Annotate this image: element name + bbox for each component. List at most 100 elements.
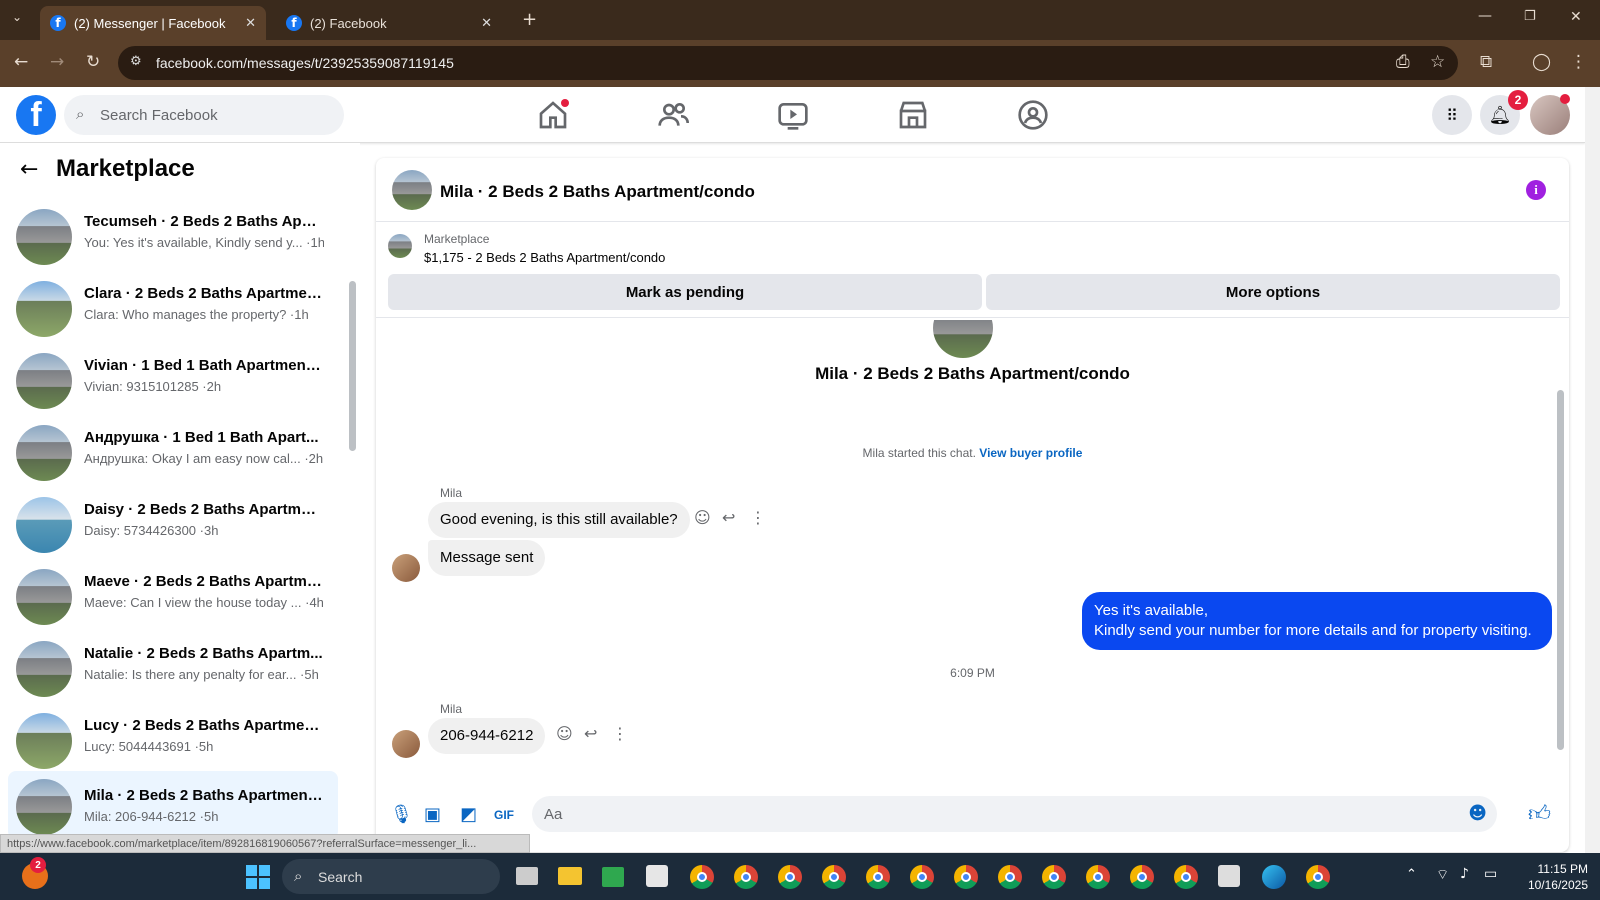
- info-icon[interactable]: i: [1526, 180, 1546, 200]
- chrome-icon[interactable]: [690, 865, 714, 889]
- new-tab-icon[interactable]: +: [522, 9, 537, 30]
- chat-title[interactable]: Mila · 2 Beds 2 Baths Apartment/condo: [440, 182, 755, 202]
- emoji-icon[interactable]: ☻: [1468, 803, 1487, 824]
- back-arrow-icon[interactable]: ←: [20, 157, 38, 182]
- facebook-search-input[interactable]: ⌕ Search Facebook: [64, 95, 344, 135]
- photo-icon[interactable]: ▣: [424, 804, 441, 825]
- home-icon[interactable]: [537, 99, 569, 131]
- sidebar-scrollbar[interactable]: [349, 281, 356, 451]
- forward-icon[interactable]: →: [50, 52, 64, 72]
- bookmark-star-icon[interactable]: ☆: [1430, 52, 1445, 72]
- view-buyer-profile-link[interactable]: View buyer profile: [979, 446, 1082, 460]
- notification-badge: 2: [1508, 90, 1528, 110]
- conversation-name: Vivian · 1 Bed 1 Bath Apartment/...: [84, 357, 324, 374]
- minimize-icon[interactable]: —: [1478, 8, 1492, 24]
- react-icon[interactable]: ☺: [556, 724, 573, 743]
- conversation-item[interactable]: Tecumseh · 2 Beds 2 Baths Apart... You: …: [8, 203, 338, 271]
- reload-icon[interactable]: ↻: [86, 52, 100, 72]
- message-input[interactable]: Aa ☻: [532, 796, 1497, 832]
- chrome-icon[interactable]: [822, 865, 846, 889]
- chrome-icon[interactable]: [1306, 865, 1330, 889]
- more-actions-icon[interactable]: ⋮: [750, 508, 766, 527]
- chrome-icon[interactable]: [1086, 865, 1110, 889]
- browser-menu-icon[interactable]: ⋮: [1570, 52, 1587, 72]
- chrome-icon[interactable]: [1174, 865, 1198, 889]
- chrome-icon[interactable]: [1130, 865, 1154, 889]
- volume-icon[interactable]: ♪: [1460, 866, 1469, 882]
- maximize-icon[interactable]: ❐: [1524, 9, 1536, 24]
- system-clock[interactable]: 11:15 PM 10/16/2025: [1528, 861, 1588, 893]
- extensions-icon[interactable]: ⧉: [1480, 52, 1492, 72]
- file-explorer-icon[interactable]: [558, 867, 582, 885]
- marketplace-icon[interactable]: [897, 99, 929, 131]
- listing-price[interactable]: $1,175 - 2 Beds 2 Baths Apartment/condo: [424, 250, 665, 265]
- task-view-icon[interactable]: [516, 867, 538, 885]
- conversation-item[interactable]: Maeve · 2 Beds 2 Baths Apartme... Maeve:…: [8, 563, 338, 631]
- back-icon[interactable]: ←: [14, 52, 28, 72]
- profile-icon[interactable]: ◯: [1532, 52, 1551, 72]
- link-status-bar: https://www.facebook.com/marketplace/ite…: [0, 834, 530, 853]
- install-app-icon[interactable]: ⎙: [1396, 52, 1410, 72]
- taskbar-search-label: Search: [318, 868, 363, 885]
- chat-center-title: Mila · 2 Beds 2 Baths Apartment/condo: [815, 364, 1130, 383]
- gif-icon[interactable]: GIF: [494, 808, 514, 822]
- thumbs-up-icon[interactable]: 👍︎: [1528, 800, 1551, 827]
- window-close-icon[interactable]: ✕: [1570, 9, 1582, 25]
- reply-icon[interactable]: ↩: [584, 724, 597, 743]
- chrome-icon[interactable]: [910, 865, 934, 889]
- bell-icon: 🔔︎: [1488, 104, 1512, 126]
- video-icon[interactable]: [777, 99, 809, 131]
- incoming-message[interactable]: Message sent: [428, 540, 546, 576]
- conversation-item[interactable]: Lucy · 2 Beds 2 Baths Apartment... Lucy:…: [8, 707, 338, 775]
- chrome-icon[interactable]: [1042, 865, 1066, 889]
- tab-search-icon[interactable]: ⌄: [12, 10, 22, 24]
- incoming-message[interactable]: 206-944-6212: [428, 718, 546, 754]
- site-info-icon[interactable]: ⚙: [130, 54, 142, 69]
- sender-avatar[interactable]: [392, 730, 420, 758]
- windows-start-icon[interactable]: [246, 865, 270, 889]
- conversation-item[interactable]: Daisy · 2 Beds 2 Baths Apartmen... Daisy…: [8, 491, 338, 559]
- tab-messenger[interactable]: f (2) Messenger | Facebook ✕: [40, 6, 266, 40]
- react-icon[interactable]: ☺: [694, 508, 711, 527]
- tray-chevron-icon[interactable]: ⌃: [1406, 867, 1417, 882]
- conversation-name: Clara · 2 Beds 2 Baths Apartmen...: [84, 285, 324, 302]
- sticker-icon[interactable]: ◩: [460, 804, 477, 825]
- mark-as-pending-button[interactable]: Mark as pending: [388, 274, 982, 310]
- close-tab-icon[interactable]: ✕: [481, 15, 492, 31]
- chrome-icon[interactable]: [734, 865, 758, 889]
- more-actions-icon[interactable]: ⋮: [612, 724, 628, 743]
- reply-icon[interactable]: ↩: [722, 508, 735, 527]
- taskbar-search[interactable]: ⌕ Search: [282, 859, 500, 894]
- conversation-item[interactable]: Vivian · 1 Bed 1 Bath Apartment/... Vivi…: [8, 347, 338, 415]
- app-icon[interactable]: [602, 867, 624, 887]
- conversation-item-selected[interactable]: Mila · 2 Beds 2 Baths Apartment... Mila:…: [8, 771, 338, 839]
- friends-icon[interactable]: [657, 99, 689, 131]
- menu-grid-button[interactable]: ⠿: [1432, 95, 1472, 135]
- more-options-button[interactable]: More options: [986, 274, 1560, 310]
- chrome-icon[interactable]: [778, 865, 802, 889]
- tab-facebook[interactable]: f (2) Facebook ✕: [276, 6, 502, 40]
- conversation-item[interactable]: Natalie · 2 Beds 2 Baths Apartm... Natal…: [8, 635, 338, 703]
- sender-avatar[interactable]: [392, 554, 420, 582]
- chrome-icon[interactable]: [954, 865, 978, 889]
- messages-scrollbar[interactable]: [1557, 390, 1564, 750]
- store-icon[interactable]: [646, 865, 668, 887]
- chat-avatar[interactable]: [392, 170, 432, 210]
- chrome-icon[interactable]: [998, 865, 1022, 889]
- snipping-tool-icon[interactable]: [1218, 865, 1240, 887]
- edge-icon[interactable]: [1262, 865, 1286, 889]
- incoming-message[interactable]: Good evening, is this still available?: [428, 502, 690, 538]
- conversation-name: Maeve · 2 Beds 2 Baths Apartme...: [84, 573, 324, 590]
- address-bar[interactable]: ⚙ facebook.com/messages/t/23925359087119…: [118, 46, 1458, 80]
- battery-icon[interactable]: ▭: [1484, 866, 1497, 882]
- conversation-item[interactable]: Clara · 2 Beds 2 Baths Apartmen... Clara…: [8, 275, 338, 343]
- chrome-icon[interactable]: [866, 865, 890, 889]
- conversation-item[interactable]: Андрушка · 1 Bed 1 Bath Apart... Андрушк…: [8, 419, 338, 487]
- wifi-icon[interactable]: ⌔: [1436, 866, 1449, 884]
- close-tab-icon[interactable]: ✕: [245, 15, 256, 31]
- outgoing-message[interactable]: Yes it's available, Kindly send your num…: [1082, 592, 1552, 650]
- facebook-logo-icon[interactable]: f: [16, 95, 56, 135]
- microphone-icon[interactable]: 🎙︎: [390, 804, 413, 825]
- groups-icon[interactable]: [1017, 99, 1049, 131]
- page-scrollbar[interactable]: [1585, 87, 1600, 853]
